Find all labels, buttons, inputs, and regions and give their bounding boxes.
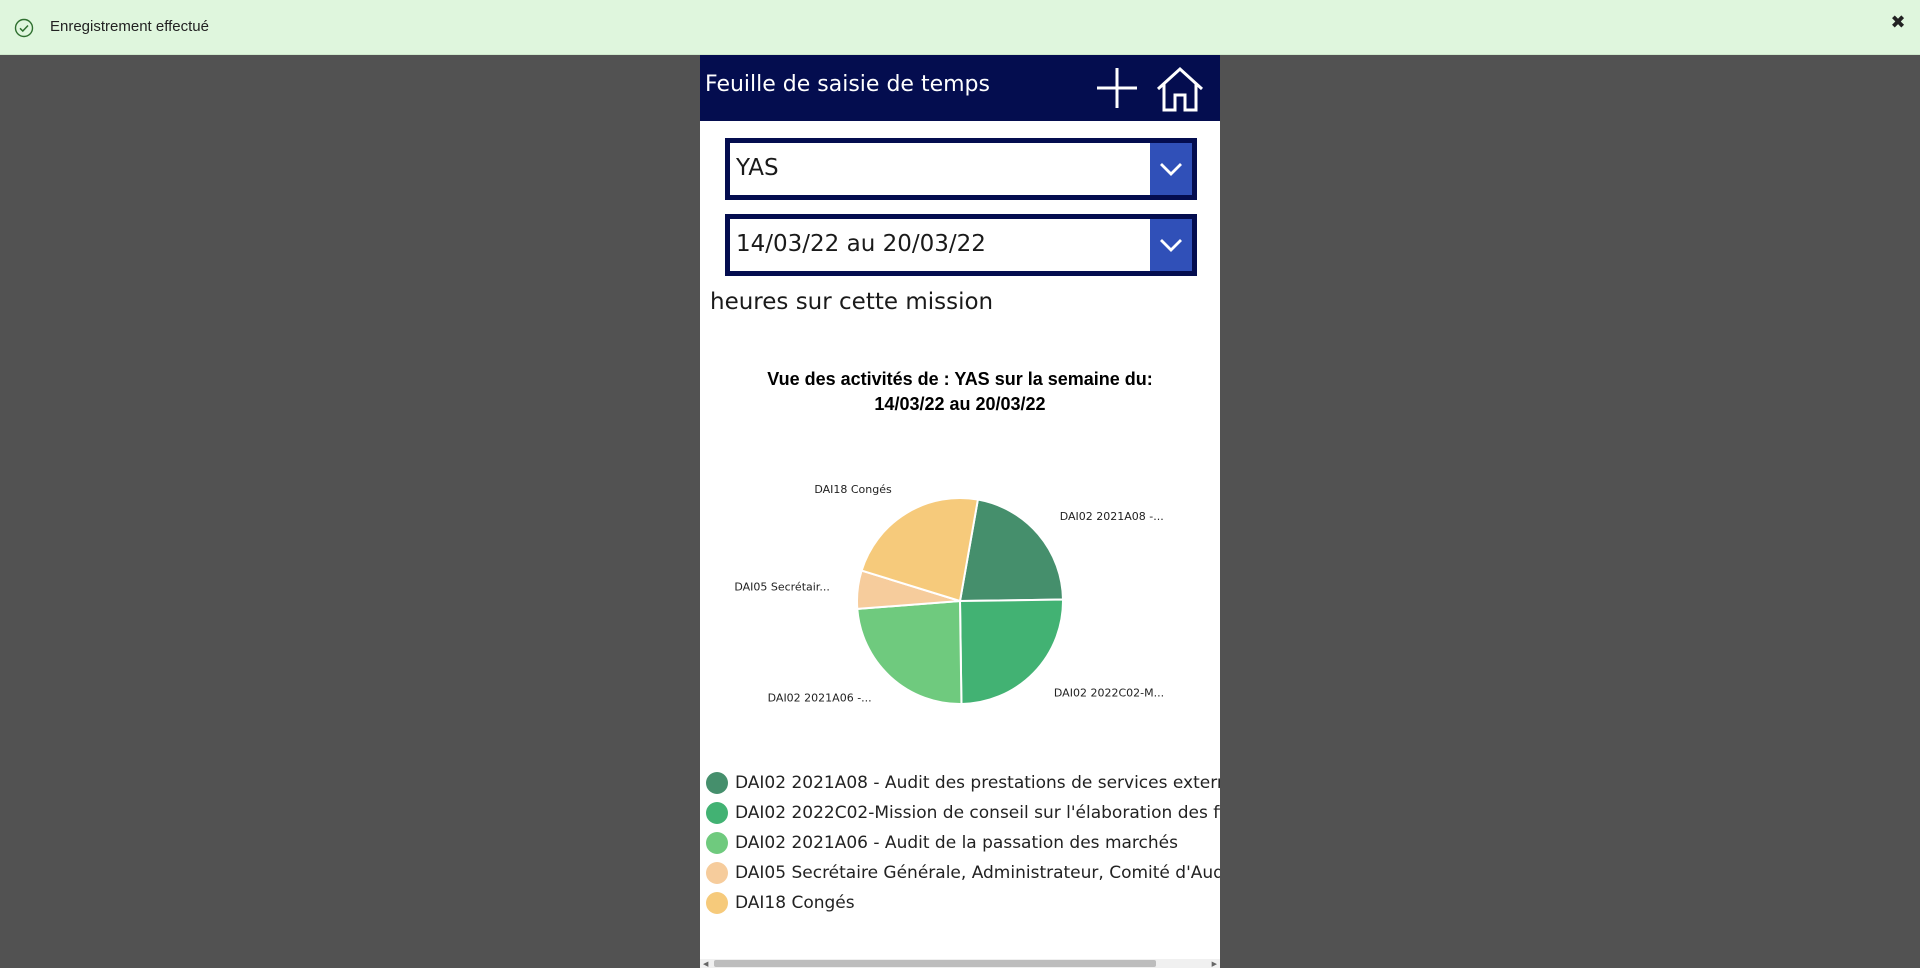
scrollbar-thumb[interactable] [714, 960, 1156, 967]
legend-label: DAI18 Congés [735, 893, 855, 913]
legend-label: DAI05 Secrétaire Générale, Administrateu… [735, 863, 1220, 883]
notification-bar: Enregistrement effectué ✖ [0, 0, 1920, 55]
legend-color-dot [706, 802, 728, 824]
check-circle-icon [14, 18, 34, 38]
legend-item[interactable]: DAI02 2022C02-Mission de conseil sur l'é… [706, 798, 1220, 828]
pie-slice[interactable] [856, 599, 963, 705]
pie-slice-label: DAI18 Congés [814, 483, 892, 496]
horizontal-scrollbar[interactable]: ◀ ▶ [700, 959, 1220, 968]
close-notification-button[interactable]: ✖ [1888, 12, 1908, 34]
notification-message: Enregistrement effectué [50, 18, 209, 35]
legend-label: DAI02 2021A06 - Audit de la passation de… [735, 833, 1178, 853]
pie-slice[interactable] [958, 598, 1064, 706]
pie-slice-label: DAI05 Secrétair... [734, 580, 830, 593]
legend-item[interactable]: DAI05 Secrétaire Générale, Administrateu… [706, 858, 1220, 888]
legend-color-dot [706, 832, 728, 854]
legend-item[interactable]: DAI02 2021A08 - Audit des prestations de… [706, 768, 1220, 798]
pie-slice-label: DAI02 2021A06 -... [768, 692, 872, 705]
legend-color-dot [706, 892, 728, 914]
scroll-left-icon[interactable]: ◀ [703, 960, 708, 968]
scroll-right-icon[interactable]: ▶ [1212, 960, 1217, 968]
legend-color-dot [706, 772, 728, 794]
legend-label: DAI02 2022C02-Mission de conseil sur l'é… [735, 803, 1220, 823]
legend-label: DAI02 2021A08 - Audit des prestations de… [735, 773, 1220, 793]
pie-slice-label: DAI02 2021A08 -... [1060, 510, 1164, 523]
app-panel: Feuille de saisie de temps YAS 14/03/22 … [700, 55, 1220, 968]
legend-item[interactable]: DAI02 2021A06 - Audit de la passation de… [706, 828, 1220, 858]
pie-slice-label: DAI02 2022C02-M... [1054, 686, 1164, 699]
legend-color-dot [706, 862, 728, 884]
legend-item[interactable]: DAI18 Congés [706, 888, 1220, 918]
chart-legend: DAI02 2021A08 - Audit des prestations de… [706, 768, 1220, 918]
